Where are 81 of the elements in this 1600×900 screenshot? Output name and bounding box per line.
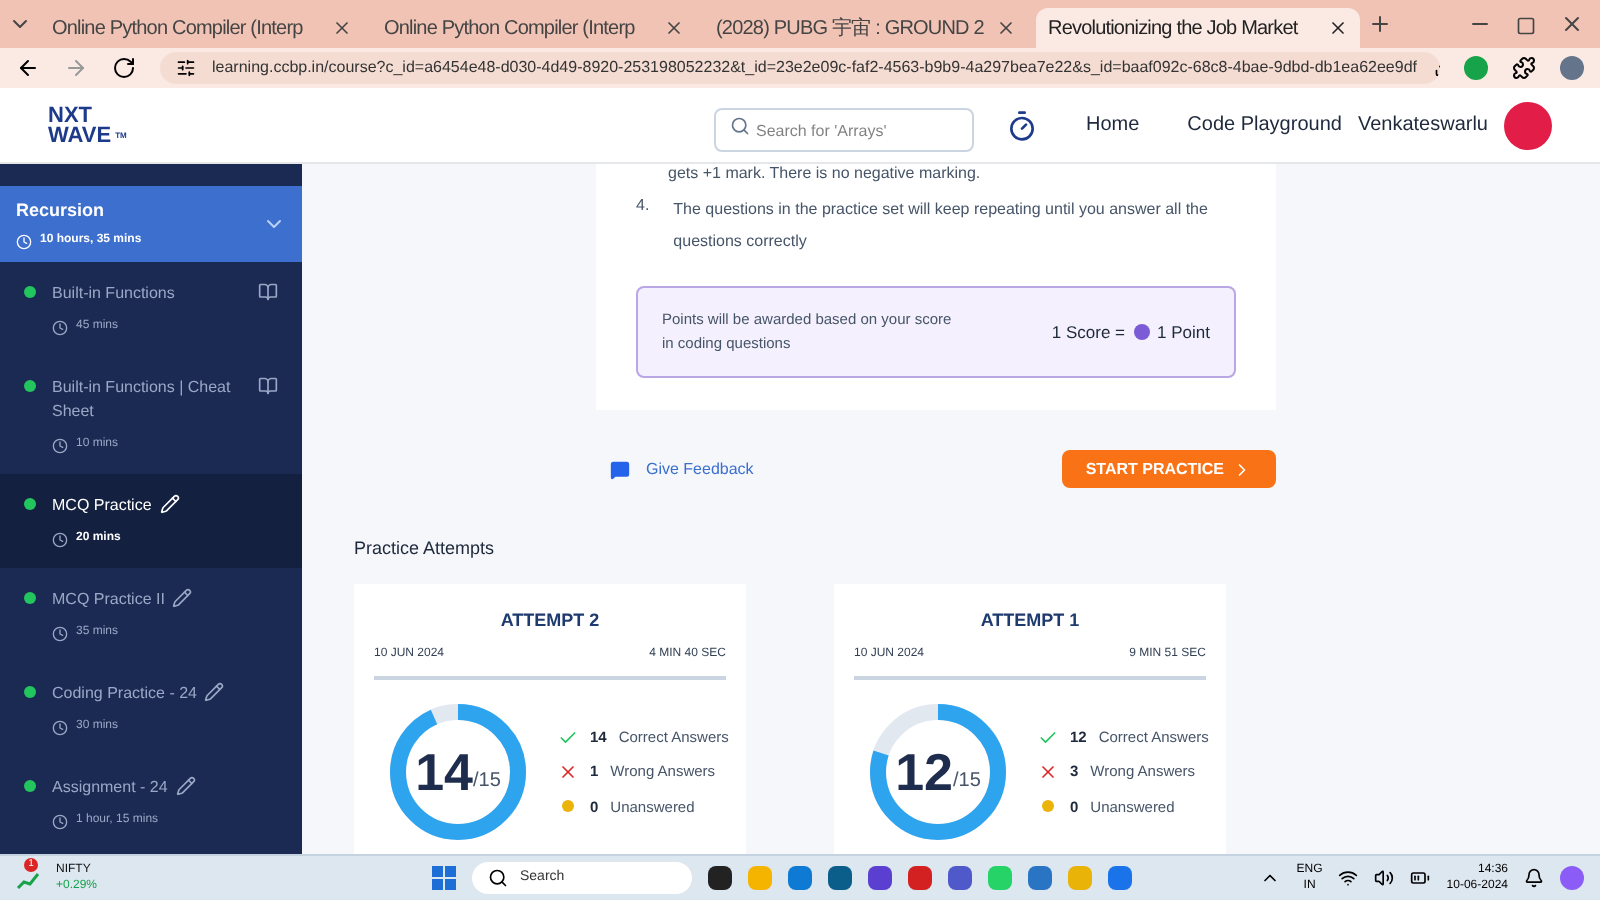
app-icon[interactable]: [708, 866, 732, 890]
site-info-icon[interactable]: [176, 58, 196, 78]
pencil-icon: [175, 776, 196, 796]
chart-icon[interactable]: [16, 870, 40, 890]
check-icon: [1038, 727, 1058, 748]
lesson-title: MCQ Practice II: [52, 588, 165, 612]
clock-icon: [52, 531, 68, 547]
feedback-link[interactable]: Give Feedback: [646, 457, 754, 481]
section-title: Practice Attempts: [354, 536, 497, 562]
bell-icon[interactable]: [1524, 868, 1544, 888]
reload-icon[interactable]: [112, 56, 136, 80]
close-icon[interactable]: [664, 18, 684, 38]
close-icon[interactable]: [332, 18, 352, 38]
search-icon: [488, 868, 508, 888]
browser-tab[interactable]: Revolutionizing the Job Market: [1036, 8, 1360, 48]
clock-icon: [52, 813, 68, 829]
logo-text: WAVE: [48, 125, 112, 145]
clock-icon: [16, 233, 32, 250]
browser-tab[interactable]: Online Python Compiler (Interp: [40, 8, 364, 48]
pencil-icon: [204, 682, 225, 702]
maximize-icon[interactable]: [1516, 16, 1536, 36]
browser-tab[interactable]: (2028) PUBG 宇宙 : GROUND 2: [704, 8, 1028, 48]
close-icon[interactable]: [1560, 12, 1584, 36]
score-total: /15: [473, 767, 501, 795]
score-label: 1 Score =: [1051, 319, 1126, 345]
score-value: 14: [415, 739, 473, 805]
feedback-icon: [610, 459, 630, 479]
score-total: /15: [953, 767, 981, 795]
address-bar[interactable]: learning.ccbp.in/course?c_id=a6454e48-d030-4d49-8920-253198052232&t_id=23e2e09c-faf2-4563-b9b9-4a297bea7e22&s_id=baaf092c-68c8-4bae-9dbd-db1ea62ee9df: [160, 52, 1440, 84]
pencil-icon: [159, 494, 180, 514]
clock-icon: [52, 437, 68, 453]
lesson-title: Assignment - 24: [52, 776, 168, 800]
browser-tab[interactable]: Online Python Compiler (Interp: [372, 8, 696, 48]
tab-title: Online Python Compiler (Interp: [52, 15, 305, 43]
user-name[interactable]: Venkateswarlu: [1357, 110, 1488, 140]
extensions-icon[interactable]: [1512, 56, 1536, 80]
nav-link[interactable]: Home: [1085, 110, 1140, 140]
clock-icon: [52, 625, 68, 641]
instruction-text: The questions in the practice set will keep repeating until you answer all the questions correctly: [673, 198, 1210, 254]
close-icon[interactable]: [996, 18, 1016, 38]
battery-icon[interactable]: [1410, 868, 1431, 888]
clock-icon: [52, 719, 68, 735]
instruction-text: gets +1 mark. There is no negative marking.: [668, 164, 983, 182]
app-icon[interactable]: [828, 866, 852, 890]
book-icon: [258, 282, 278, 302]
book-icon: [258, 376, 278, 396]
tab-title: Revolutionizing the Job Market: [1048, 15, 1301, 43]
back-icon[interactable]: [16, 56, 40, 80]
avatar[interactable]: [1504, 101, 1552, 149]
search-icon: [729, 115, 750, 135]
tab-title: (2028) PUBG 宇宙 : GROUND 2: [716, 15, 986, 43]
point-label: 1 Point: [1157, 319, 1210, 345]
close-icon[interactable]: [1328, 18, 1348, 38]
stopwatch-icon[interactable]: [1005, 109, 1038, 141]
nav-link[interactable]: Code Playground: [1187, 110, 1342, 140]
module-title: Recursion: [16, 197, 107, 224]
attempt-title: ATTEMPT 2: [498, 607, 602, 633]
extension-icon[interactable]: [1464, 56, 1488, 80]
list-number: 4.: [636, 194, 650, 218]
cross-icon: [558, 762, 578, 782]
volume-icon[interactable]: [1374, 868, 1395, 888]
lesson-title: MCQ Practice: [52, 494, 152, 518]
attempt-title: ATTEMPT 1: [978, 607, 1082, 633]
score-value: 12: [895, 739, 953, 805]
pencil-icon: [172, 588, 193, 608]
lesson-title: Coding Practice - 24: [52, 682, 197, 706]
clock-icon: [52, 319, 68, 335]
profile-icon[interactable]: [1560, 56, 1584, 80]
new-tab-icon[interactable]: [1368, 12, 1392, 36]
wifi-icon[interactable]: [1338, 868, 1359, 888]
coin-icon: [1133, 324, 1150, 340]
app-icon[interactable]: [868, 866, 892, 890]
cross-icon: [1038, 762, 1058, 782]
lesson-title: Built-in Functions: [52, 282, 175, 306]
logo-text: NXT: [48, 105, 92, 125]
lesson-title: Built-in Functions | Cheat Sheet: [52, 376, 233, 424]
tab-title: Online Python Compiler (Interp: [384, 15, 637, 43]
url-text: learning.ccbp.in/course?c_id=a6454e48-d030-4d49-8920-253198052232&t_id=23e2e09c-faf2-4563-b9b9-4a297bea7e22&s_id=baaf092c-68c8-4bae-9dbd-db1ea62ee9df: [212, 56, 1417, 80]
check-icon: [558, 727, 578, 748]
search-field[interactable]: Search for 'Arrays': [713, 108, 974, 152]
start-icon[interactable]: [432, 866, 456, 890]
